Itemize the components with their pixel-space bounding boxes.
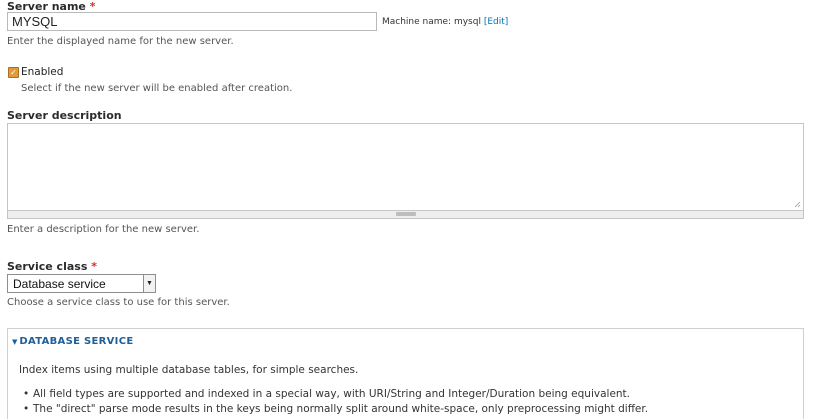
list-item: The "direct" parse mode results in the k… [23, 403, 648, 415]
enabled-checkbox[interactable]: ✓ [8, 67, 19, 78]
grip-handle-icon [396, 212, 416, 216]
textarea-resize-grip[interactable] [7, 211, 804, 219]
service-class-label-text: Service class [7, 260, 88, 273]
server-name-description: Enter the displayed name for the new ser… [7, 36, 234, 47]
database-service-intro: Index items using multiple database tabl… [19, 364, 359, 376]
collapse-triangle-icon: ▼ [12, 337, 18, 346]
service-class-label: Service class * [7, 260, 97, 273]
enabled-description: Select if the new server will be enabled… [21, 83, 293, 94]
service-class-description: Choose a service class to use for this s… [7, 297, 230, 308]
service-class-selected: Database service [13, 277, 106, 291]
list-item: All field types are supported and indexe… [23, 388, 630, 400]
machine-name: Machine name: mysql [Edit] [382, 17, 508, 27]
server-description-textarea[interactable] [7, 123, 804, 211]
service-class-select[interactable]: Database service ▼ [7, 274, 156, 293]
server-description-label: Server description [7, 109, 122, 122]
resize-corner-icon[interactable] [794, 201, 801, 208]
server-name-value: MYSQL [12, 14, 58, 29]
server-name-input[interactable]: MYSQL [7, 12, 377, 31]
server-description-description: Enter a description for the new server. [7, 224, 200, 235]
database-service-legend-text: DATABASE SERVICE [19, 336, 134, 347]
database-service-legend[interactable]: ▼ DATABASE SERVICE [12, 336, 133, 347]
machine-name-edit-link[interactable]: [Edit] [484, 17, 508, 27]
required-mark: * [91, 260, 97, 273]
checkmark-icon: ✓ [10, 68, 17, 77]
machine-name-text: Machine name: mysql [382, 17, 481, 27]
enabled-label: Enabled [21, 66, 64, 78]
chevron-down-icon[interactable]: ▼ [143, 275, 155, 292]
